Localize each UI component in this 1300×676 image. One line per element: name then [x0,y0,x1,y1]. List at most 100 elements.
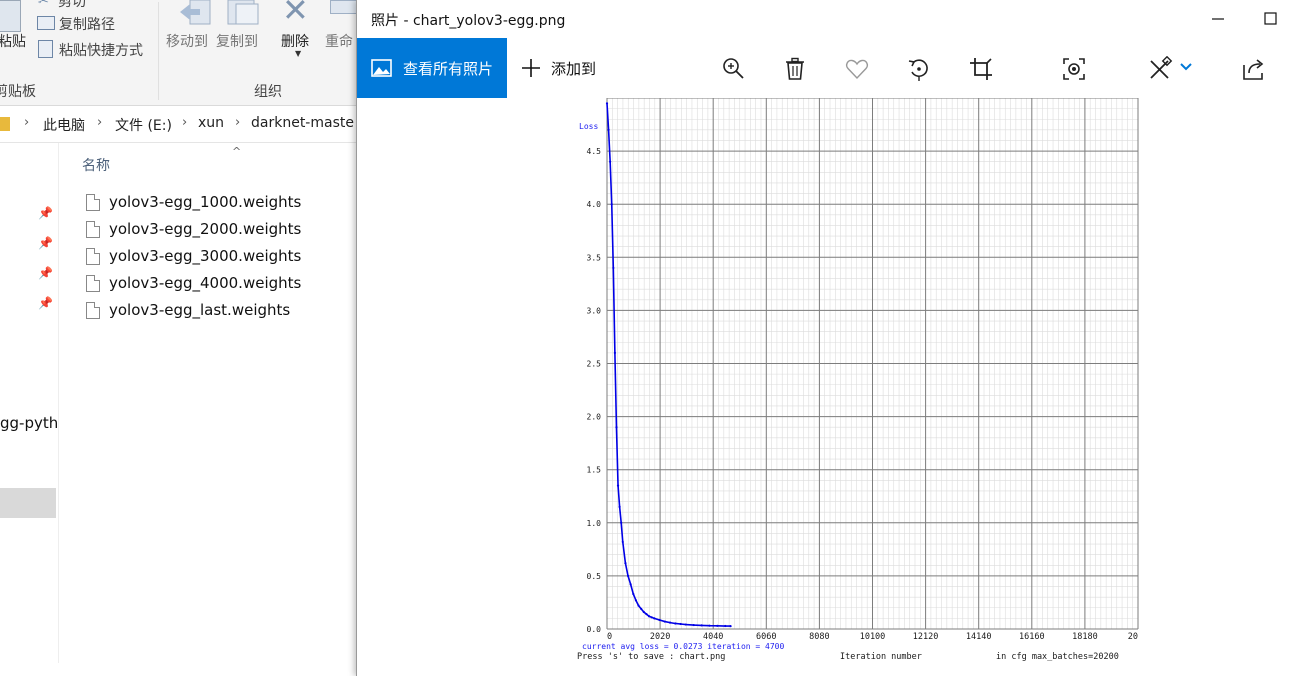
x-tick-label: 6060 [756,632,776,642]
copy-to-button[interactable]: 复制到 [216,31,258,51]
chevron-right-icon: › [235,115,241,130]
file-item[interactable]: yolov3-egg_1000.weights [86,191,301,213]
move-to-icon [176,0,212,26]
pin-icon[interactable]: 📌 [38,206,53,220]
x-tick-label: 4040 [703,632,723,642]
x-tick-label: 0 [607,632,612,642]
delete-dropdown-icon[interactable]: ▼ [295,49,301,58]
file-item[interactable]: yolov3-egg_4000.weights [86,272,301,294]
loss-point [613,351,616,354]
breadcrumb-item[interactable]: darknet-maste [251,115,354,131]
maximize-icon [1264,12,1277,25]
pin-icon[interactable]: 📌 [38,266,53,280]
photo-gallery-icon [371,59,392,77]
edit-create-button[interactable] [1147,55,1173,82]
delete-photo-button[interactable] [782,56,808,82]
maximize-button[interactable] [1257,6,1283,32]
favorite-icon [846,59,868,80]
crop-button[interactable] [968,56,994,82]
window-title: 照片 - chart_yolov3-egg.png [371,13,566,29]
loss-point [609,160,612,163]
file-name: yolov3-egg_last.weights [109,301,291,319]
loss-point [663,620,666,623]
nav-item-selected[interactable] [0,488,56,518]
x-tick-label: 20 [1128,632,1138,642]
loss-point [724,624,727,628]
pin-icon[interactable]: 📌 [38,296,53,310]
column-header-name[interactable]: 名称 [82,155,110,175]
loss-point [626,574,630,577]
pin-icon[interactable]: 📌 [38,236,53,250]
loss-point [653,617,656,620]
favorite-button[interactable] [844,56,870,82]
loss-point [642,610,645,614]
rotate-button[interactable] [906,56,932,82]
y-tick-label: 3.5 [587,253,602,262]
file-item[interactable]: yolov3-egg_3000.weights [86,245,301,267]
enhance-button[interactable] [1061,56,1087,82]
loss-point [615,426,618,429]
loss-point [616,484,620,487]
photos-window: 照片 - chart_yolov3-egg.png 查看所有照片 添加到 0.0… [356,0,1300,676]
paste-icon[interactable] [0,0,21,32]
loss-point [716,624,719,627]
view-all-photos-button[interactable]: 查看所有照片 [357,38,507,98]
loss-point [637,604,640,607]
paste-button[interactable]: 粘贴 [0,31,26,51]
file-item[interactable]: yolov3-egg_2000.weights [86,218,301,240]
clipboard-group-label: 剪贴板 [0,84,36,100]
cut-icon: ✂ [38,0,49,9]
loss-point [700,624,703,627]
breadcrumb-item[interactable]: 文件 (E:) [115,115,172,135]
y-tick-label: 1.5 [587,466,602,475]
loss-point [624,562,627,565]
zoom-in-icon [723,58,744,79]
copy-path-button[interactable]: 复制路径 [59,14,115,34]
cut-button[interactable]: 剪切 [58,0,86,11]
breadcrumb-item[interactable]: xun [198,115,224,131]
file-name: yolov3-egg_1000.weights [109,193,302,211]
nav-item-label[interactable]: gg-pyth [0,414,58,432]
chart-grid [606,98,1139,630]
file-icon [86,301,100,319]
ribbon-divider [158,2,159,100]
rename-button[interactable]: 重命 [325,31,353,51]
delete-icon [786,57,804,80]
loss-point [674,622,677,625]
address-bar[interactable]: › 此电脑 › 文件 (E:) › xun › darknet-maste [0,106,356,143]
breadcrumb-item[interactable]: 此电脑 [43,115,85,135]
loss-point [647,615,651,618]
x-tick-label: 10100 [860,632,886,642]
delete-button[interactable]: 删除 [281,31,309,51]
x-tick-label: 18180 [1072,632,1098,642]
folder-icon [0,117,10,131]
navigation-pane: 📌 📌 📌 📌 gg-pyth [0,143,59,663]
max-batches-status: in cfg max_batches=20200 [996,652,1119,662]
add-to-label: 添加到 [551,59,597,78]
enhance-icon [1063,58,1085,80]
x-tick-label: 14140 [966,632,992,642]
crop-icon [970,58,992,80]
chevron-right-icon: › [182,115,188,130]
loss-point [679,622,682,626]
zoom-button[interactable] [720,56,746,82]
edit-icon [1150,55,1173,79]
move-to-button[interactable]: 移动到 [166,31,208,51]
paste-shortcut-button[interactable]: 粘贴快捷方式 [59,40,143,60]
title-bar[interactable]: 照片 - chart_yolov3-egg.png [357,0,1300,38]
copy-path-icon [37,16,55,30]
x-tick-label: 8080 [809,632,829,642]
file-explorer-window: 粘贴 ✂ 剪切 复制路径 粘贴快捷方式 剪贴板 移动到 复制到 ✕ 删除 ▼ 重… [0,0,358,676]
share-button[interactable] [1241,56,1267,82]
minimize-button[interactable] [1205,6,1231,32]
add-to-button[interactable]: 添加到 [519,56,596,80]
x-axis-ticks: 0 2020 4040 6060 8080 10100 12120 14140 16160 181… [607,632,1138,642]
current-loss-status: current avg loss = 0.0273 iteration = 47… [582,642,784,651]
loss-point [668,621,672,624]
sort-ascending-icon[interactable]: ^ [232,145,241,158]
file-icon [86,274,100,292]
view-all-photos-label: 查看所有照片 [403,59,494,78]
file-name: yolov3-egg_3000.weights [109,247,302,265]
edit-dropdown-button[interactable] [1175,56,1197,82]
file-item[interactable]: yolov3-egg_last.weights [86,299,290,321]
